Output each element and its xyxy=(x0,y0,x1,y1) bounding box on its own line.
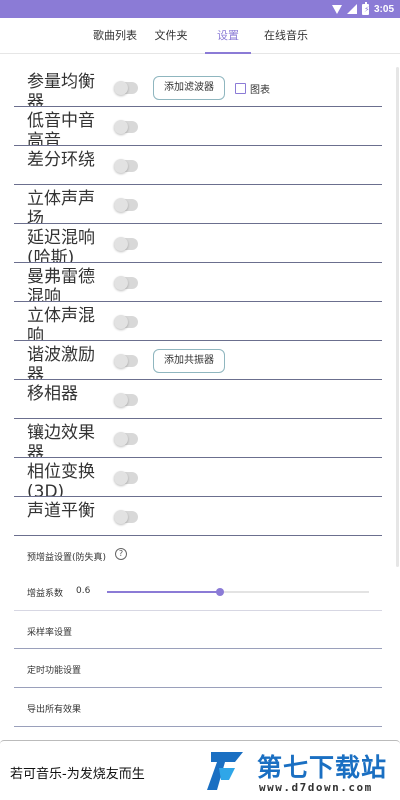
effect-row-manfred-reverb: 曼弗雷德混响 xyxy=(14,263,382,302)
add-resonator-button[interactable]: 添加共振器 xyxy=(153,349,225,373)
gain-value: 0.6 xyxy=(76,586,91,596)
effect-toggle[interactable] xyxy=(114,237,138,251)
sample-rate-setting-row[interactable]: 采样率设置 xyxy=(14,610,382,649)
wifi-icon xyxy=(331,4,342,14)
player-title: 若可音乐-为发烧友而生 xyxy=(10,767,145,782)
tab-online-music[interactable]: 在线音乐 xyxy=(257,18,315,54)
effect-toggle[interactable] xyxy=(114,393,138,407)
effect-name: 低音中音高音 xyxy=(27,111,95,146)
toggle-knob xyxy=(114,393,128,407)
effect-row-differential-surround: 差分环绕 xyxy=(14,146,382,185)
toggle-knob xyxy=(114,198,128,212)
timer-label: 定时功能设置 xyxy=(27,666,82,676)
preamp-setting-row[interactable]: 预增益设置(防失真) ? xyxy=(14,536,382,575)
signal-icon xyxy=(346,4,357,14)
effect-name: 谐波激励器 xyxy=(27,345,95,380)
effect-name: 立体声声场 xyxy=(27,189,95,224)
tab-bar: 歌曲列表 文件夹 设置 在线音乐 xyxy=(0,18,400,54)
effect-row-harmonic-exciter: 谐波激励器 添加共振器 xyxy=(14,341,382,380)
settings-content: 参量均衡器 添加滤波器 图表 低音中音高音 差分环绕 立体声声场 延迟混响(哈斯… xyxy=(0,55,400,740)
scrollbar[interactable] xyxy=(396,67,399,567)
effect-toggle[interactable] xyxy=(114,354,138,368)
effect-row-stereo-reverb: 立体声混响 xyxy=(14,302,382,341)
effect-toggle[interactable] xyxy=(114,432,138,446)
gain-label: 增益系数 xyxy=(27,589,64,599)
watermark-url: www.d7down.com xyxy=(259,781,373,794)
toggle-knob xyxy=(114,81,128,95)
toggle-knob xyxy=(114,315,128,329)
effect-name: 差分环绕 xyxy=(27,150,95,170)
effect-row-flanger: 镶边效果器 xyxy=(14,419,382,458)
effect-toggle[interactable] xyxy=(114,198,138,212)
export-effects-row[interactable]: 导出所有效果 xyxy=(14,688,382,727)
watermark-text: 第七下载站 xyxy=(257,753,388,782)
effect-row-phase-3d: 相位变换(3D) xyxy=(14,458,382,497)
watermark: 第七下载站 www.d7down.com xyxy=(205,744,397,798)
status-bar: ⚡ 3:05 xyxy=(0,0,400,18)
effect-row-bass-treble: 低音中音高音 xyxy=(14,107,382,146)
effect-row-channel-balance: 声道平衡 xyxy=(14,497,382,536)
preamp-label: 预增益设置(防失真) xyxy=(27,553,107,563)
toggle-knob xyxy=(114,159,128,173)
effect-toggle[interactable] xyxy=(114,471,138,485)
tab-folder[interactable]: 文件夹 xyxy=(146,18,196,54)
gain-slider[interactable] xyxy=(107,588,369,596)
effect-toggle[interactable] xyxy=(114,315,138,329)
effect-row-delay-reverb: 延迟混响(哈斯) xyxy=(14,224,382,263)
toggle-knob xyxy=(114,354,128,368)
status-time: 3:05 xyxy=(373,3,394,15)
tab-settings[interactable]: 设置 xyxy=(204,18,252,54)
effect-name: 声道平衡 xyxy=(27,501,95,521)
tab-song-list[interactable]: 歌曲列表 xyxy=(86,18,144,54)
toggle-knob xyxy=(114,237,128,251)
effect-toggle[interactable] xyxy=(114,159,138,173)
toggle-knob xyxy=(114,471,128,485)
export-label: 导出所有效果 xyxy=(27,705,82,715)
chart-checkbox-label: 图表 xyxy=(250,85,270,96)
gain-slider-thumb[interactable] xyxy=(215,588,224,596)
toggle-knob xyxy=(114,432,128,446)
timer-setting-row[interactable]: 定时功能设置 xyxy=(14,649,382,688)
effect-toggle[interactable] xyxy=(114,276,138,290)
sample-rate-label: 采样率设置 xyxy=(27,628,73,638)
effect-name: 镶边效果器 xyxy=(27,423,95,458)
effect-toggle[interactable] xyxy=(114,510,138,524)
effect-name: 相位变换(3D) xyxy=(27,462,95,497)
effect-name: 立体声混响 xyxy=(27,306,95,341)
effect-row-phaser: 移相器 xyxy=(14,380,382,419)
effect-row-stereo-field: 立体声声场 xyxy=(14,185,382,224)
add-filter-button[interactable]: 添加滤波器 xyxy=(153,76,225,100)
checkbox-box[interactable] xyxy=(235,83,246,94)
toggle-knob xyxy=(114,276,128,290)
effect-toggle[interactable] xyxy=(114,81,138,95)
battery-charging-icon: ⚡ xyxy=(361,1,370,15)
effect-name: 曼弗雷德混响 xyxy=(27,267,95,302)
gain-slider-fill xyxy=(107,591,220,593)
status-icons: ⚡ 3:05 xyxy=(331,1,394,16)
chart-checkbox[interactable]: 图表 xyxy=(235,81,270,96)
toggle-knob xyxy=(114,510,128,524)
effect-name: 参量均衡器 xyxy=(27,72,95,107)
toggle-knob xyxy=(114,120,128,134)
effect-name: 延迟混响(哈斯) xyxy=(27,228,95,263)
effect-name: 移相器 xyxy=(27,384,78,404)
watermark-logo-icon xyxy=(207,752,243,790)
help-icon[interactable]: ? xyxy=(115,548,127,560)
effect-row-parametric-eq: 参量均衡器 添加滤波器 图表 xyxy=(14,68,382,107)
effect-toggle[interactable] xyxy=(114,120,138,134)
